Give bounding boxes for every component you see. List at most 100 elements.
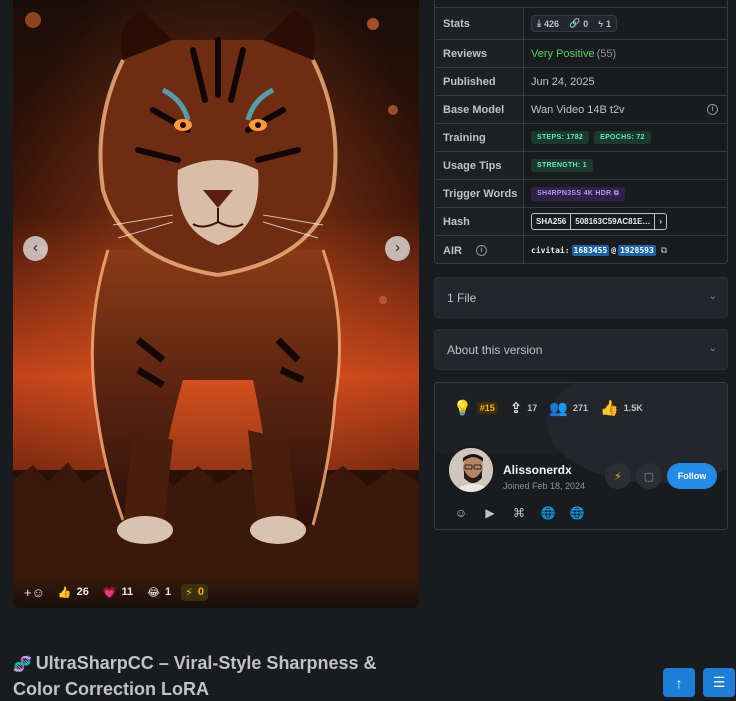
air-version-id: 1928593: [618, 245, 656, 256]
info-icon[interactable]: i: [707, 104, 718, 115]
bolt-icon: ϟ: [598, 18, 604, 29]
chevron-down-icon: ⌄: [708, 291, 717, 302]
stats-label: Stats: [435, 8, 524, 39]
hash-label: Hash: [435, 208, 524, 235]
copy-icon[interactable]: ⧉: [661, 245, 667, 256]
buzz-stat: ϟ1: [598, 18, 612, 29]
model-title-text: UltraSharpCC – Viral-Style Sharpness & C…: [13, 653, 377, 699]
row-hash: Hash SHA256 508163C59AC81E… ›: [435, 207, 727, 235]
published-label: Published: [435, 68, 524, 95]
reviews-count: (55): [596, 47, 617, 60]
reviews-value[interactable]: Very Positive (55): [524, 40, 727, 67]
air-label: AIR i: [435, 236, 524, 263]
message-button[interactable]: ▢: [636, 463, 662, 489]
next-image-button[interactable]: ›: [385, 236, 410, 261]
row-trigger-words: Trigger Words SH4RPN3SS 4K HDR ⧉: [435, 179, 727, 207]
add-reaction-button[interactable]: +☺: [21, 583, 48, 602]
creator-name[interactable]: Alissonerdx: [503, 463, 572, 477]
upload-icon: ⇪: [509, 400, 523, 417]
generations-stat: 🔗 0: [569, 18, 589, 29]
trigger-words-label: Trigger Words: [435, 180, 524, 207]
chevron-left-icon: ‹: [33, 239, 38, 256]
files-accordion-label: 1 File: [447, 290, 477, 305]
reaction-laugh[interactable]: 😂 1: [143, 584, 175, 601]
bulb-icon: 💡: [453, 400, 472, 417]
arrow-up-icon: ↑: [675, 674, 683, 691]
usage-tips-value: STRENGTH: 1: [524, 152, 727, 179]
epochs-badge: EPOCHS: 72: [594, 131, 651, 144]
stats-chip: ⤓ 426 🔗 0 ϟ1: [531, 15, 618, 32]
trigger-word-badge[interactable]: SH4RPN3SS 4K HDR ⧉: [531, 186, 625, 201]
github-icon[interactable]: ⌘: [511, 505, 527, 521]
air-code[interactable]: civitai: 1683455 @ 1928593: [531, 245, 656, 256]
row-usage-tips: Usage Tips STRENGTH: 1: [435, 151, 727, 179]
base-model-label: Base Model: [435, 96, 524, 123]
chevron-right-icon[interactable]: ›: [654, 214, 666, 229]
hash-string[interactable]: 508163C59AC81E…: [571, 214, 654, 229]
about-version-accordion[interactable]: About this version ⌄: [434, 329, 728, 370]
globe-icon[interactable]: 🌐: [540, 505, 556, 521]
hash-selector[interactable]: SHA256 508163C59AC81E… ›: [531, 213, 668, 230]
reaction-heart[interactable]: 💗 11: [99, 584, 137, 601]
chevron-down-icon: ⌄: [708, 343, 717, 354]
air-value: civitai: 1683455 @ 1928593 ⧉: [524, 236, 727, 263]
creator-joined-date: Joined Feb 18, 2024: [503, 481, 586, 491]
row-published: Published Jun 24, 2025: [435, 67, 727, 95]
hash-type[interactable]: SHA256: [532, 214, 572, 229]
previous-image-button[interactable]: ‹: [23, 236, 48, 261]
row-reviews: Reviews Very Positive (55): [435, 39, 727, 67]
globe-icon[interactable]: 🌐: [569, 505, 585, 521]
avatar-photo: [449, 448, 493, 492]
base-model-value: Wan Video 14B t2v: [531, 103, 625, 116]
info-icon[interactable]: i: [475, 245, 487, 256]
followers-stat: 👥 271: [549, 400, 589, 417]
row-stats: Stats ⤓ 426 🔗 0 ϟ1: [435, 7, 727, 39]
reaction-count: 11: [121, 586, 134, 598]
bolt-icon: ⚡: [614, 470, 622, 483]
heart-icon: 💗: [102, 586, 117, 599]
tiger-image: [13, 0, 419, 608]
youtube-icon[interactable]: ▶: [482, 505, 498, 521]
chat-button[interactable]: ☰: [703, 668, 735, 697]
creator-stats: 💡 #15 ⇪ 17 👥 271 👍 1.5K: [453, 399, 643, 417]
reaction-thumbs-up[interactable]: 👍 26: [54, 584, 93, 601]
reaction-count: 0: [197, 586, 205, 598]
discord-icon[interactable]: ☺: [453, 505, 469, 521]
thumbs-up-icon: 👍: [600, 400, 619, 417]
copy-icon[interactable]: ⧉: [614, 190, 619, 197]
row-training: Training STEPS: 1782 EPOCHS: 72: [435, 123, 727, 151]
downloads-stat: ⤓ 426: [537, 18, 560, 29]
bolt-icon: ⚡: [185, 586, 193, 599]
row-base-model: Base Model Wan Video 14B t2v i: [435, 95, 727, 123]
users-icon: 👥: [549, 400, 568, 417]
rank-value: #15: [476, 402, 498, 414]
social-links: ☺ ▶ ⌘ 🌐 🌐: [453, 505, 585, 521]
model-details-table: Stats ⤓ 426 🔗 0 ϟ1 Reviews Very Positive (…: [434, 0, 728, 264]
follow-button[interactable]: Follow: [667, 463, 717, 489]
about-accordion-label: About this version: [447, 342, 543, 357]
link-icon: 🔗: [569, 18, 581, 28]
trigger-words-value: SH4RPN3SS 4K HDR ⧉: [524, 180, 727, 207]
chevron-right-icon: ›: [395, 239, 400, 256]
tip-buzz-button[interactable]: ⚡: [605, 463, 631, 489]
stats-value: ⤓ 426 🔗 0 ϟ1: [524, 8, 727, 39]
reaction-buzz[interactable]: ⚡ 0: [181, 583, 209, 601]
avatar[interactable]: [447, 446, 495, 494]
steps-badge: STEPS: 1782: [531, 131, 590, 144]
likes-stat: 👍 1.5K: [600, 400, 643, 417]
row-air: AIR i civitai: 1683455 @ 1928593 ⧉: [435, 235, 727, 263]
reaction-count: 26: [76, 586, 89, 598]
download-icon: ⤓: [537, 18, 541, 28]
strength-badge: STRENGTH: 1: [531, 159, 593, 172]
scroll-to-top-button[interactable]: ↑: [663, 668, 695, 697]
reviews-label: Reviews: [435, 40, 524, 67]
creator-card: 💡 #15 ⇪ 17 👥 271 👍 1.5K Alissonerdx Join…: [434, 382, 728, 530]
creator-banner: [435, 383, 727, 483]
chat-icon: ☰: [712, 674, 726, 690]
dna-icon: 🧬: [13, 656, 32, 673]
reviews-rating[interactable]: Very Positive: [531, 48, 595, 60]
files-accordion[interactable]: 1 File ⌄: [434, 277, 728, 318]
gallery-image-card[interactable]: ‹ › +☺ 👍 26 💗 11 😂 1 ⚡ 0: [13, 0, 419, 608]
reaction-bar: +☺ 👍 26 💗 11 😂 1 ⚡ 0: [13, 576, 419, 608]
training-label: Training: [435, 124, 524, 151]
